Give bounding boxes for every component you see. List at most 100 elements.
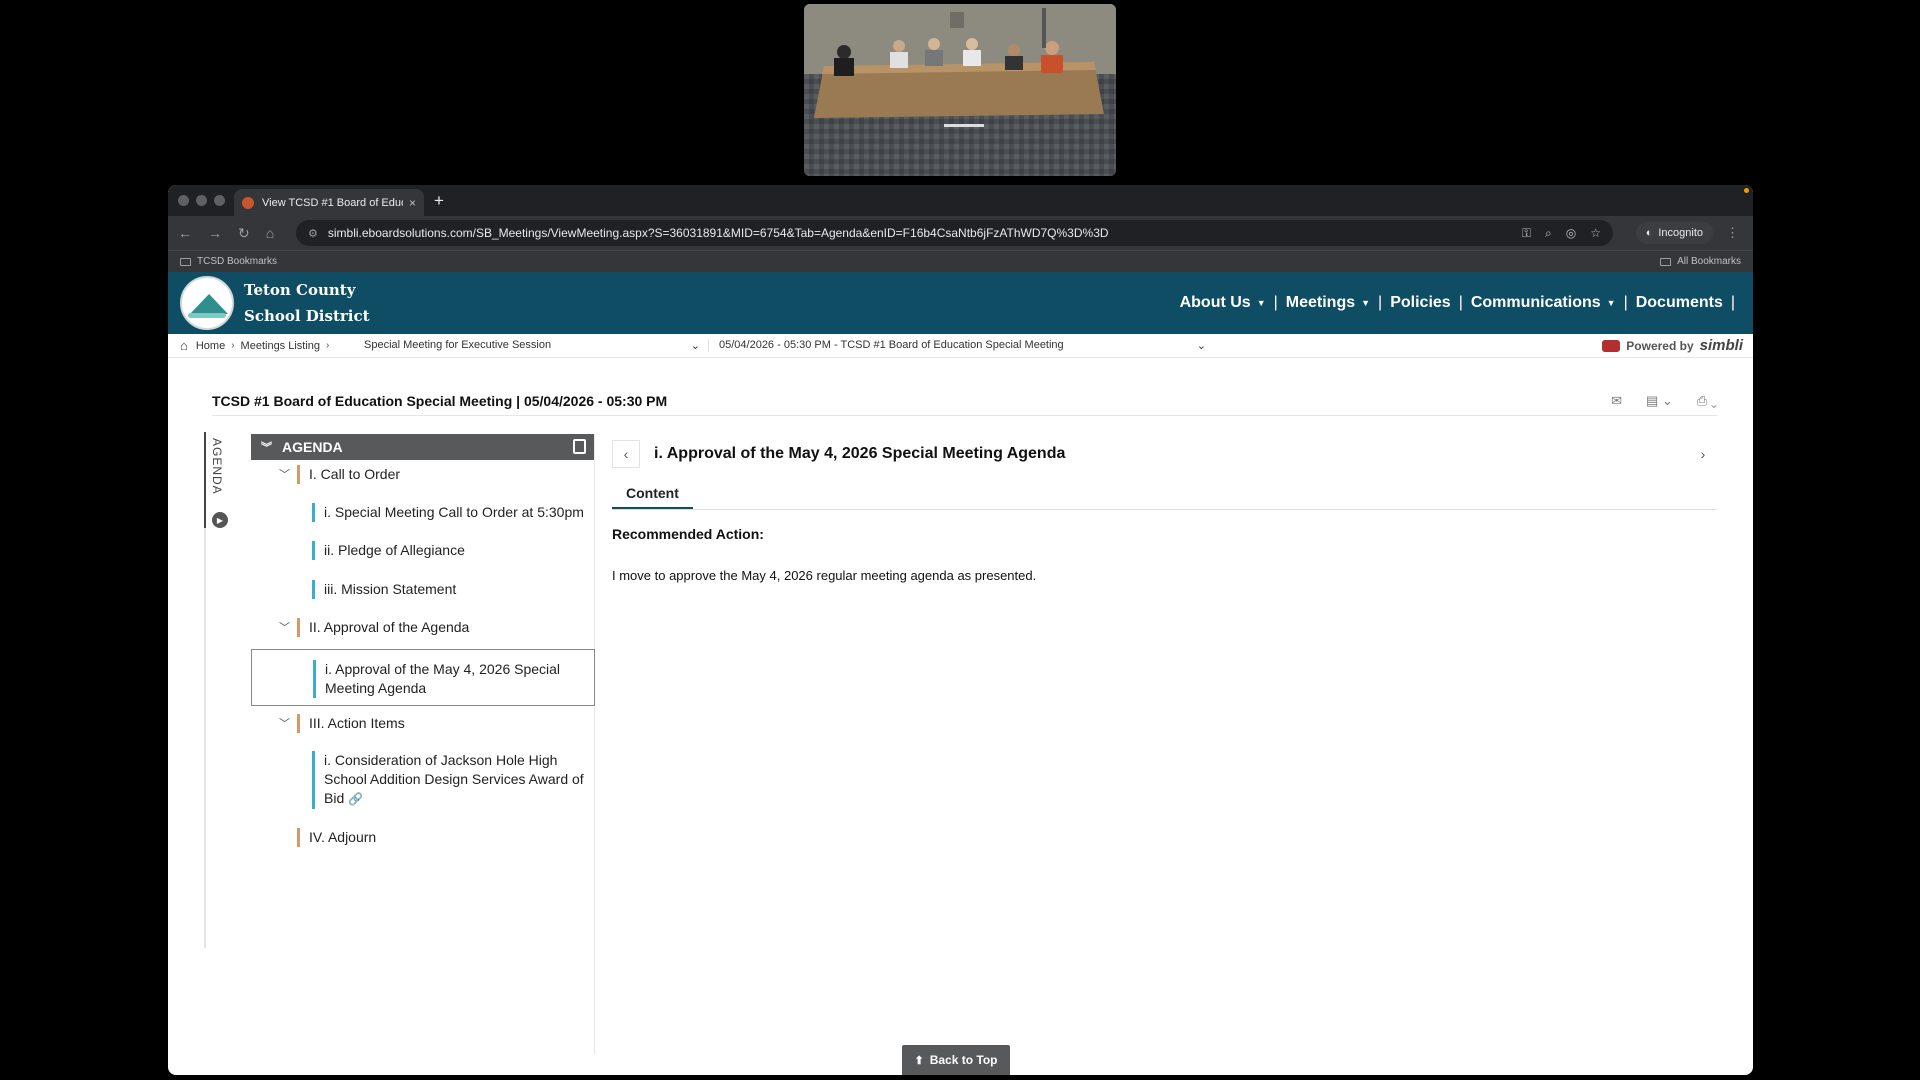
screen: View TCSD #1 Board of Educ × + ← → ↻ ⌂ ⚙… xyxy=(0,0,1920,1080)
nav-meetings[interactable]: Meetings ▼ xyxy=(1286,294,1370,312)
agenda-section-label: I. Call to Order xyxy=(297,465,400,484)
agenda-header-label: AGENDA xyxy=(282,439,343,455)
nav-policies-label: Policies xyxy=(1390,294,1451,311)
eye-off-icon[interactable]: ◎ xyxy=(1566,226,1576,241)
nav-policies[interactable]: Policies xyxy=(1390,294,1450,312)
bookmark-star-icon[interactable]: ☆ xyxy=(1590,226,1601,241)
forward-arrow-icon[interactable]: → xyxy=(208,225,222,242)
district-name[interactable]: Teton County School District xyxy=(244,277,370,329)
incognito-label: Incognito xyxy=(1658,227,1703,239)
tab-strip: View TCSD #1 Board of Educ × + xyxy=(168,185,1753,216)
incognito-badge[interactable]: ◐ Incognito xyxy=(1635,222,1713,244)
folder-icon xyxy=(1660,257,1672,266)
wsba-logo-icon xyxy=(1602,339,1621,352)
chevron-right-icon: › xyxy=(231,340,235,351)
collapse-chevrons-icon[interactable]: ︾ xyxy=(261,439,272,455)
recommended-action-label: Recommended Action: xyxy=(612,526,764,542)
reload-icon[interactable]: ↻ xyxy=(238,225,250,242)
nav-documents[interactable]: Documents xyxy=(1636,294,1723,312)
agenda-item-pledge[interactable]: ii. Pledge of Allegiance xyxy=(251,540,595,562)
breadcrumb: ⌂ Home › Meetings Listing › Special Meet… xyxy=(168,334,1753,358)
simbli-logo: simbli xyxy=(1699,337,1743,354)
play-circle-icon[interactable]: ▶ xyxy=(212,512,228,528)
key-icon[interactable]: ⚿ xyxy=(1522,226,1531,241)
item-header: ‹ i. Approval of the May 4, 2026 Special… xyxy=(612,434,1717,474)
recommended-action-text: I move to approve the May 4, 2026 regula… xyxy=(612,568,1037,583)
meeting-select-value: 05/04/2026 - 05:30 PM - TCSD #1 Board of… xyxy=(719,339,1064,351)
agenda-section-call-to-order[interactable]: ﹀ I. Call to Order xyxy=(251,464,595,486)
meeting-title-row: TCSD #1 Board of Education Special Meeti… xyxy=(212,386,1717,416)
nav-communications[interactable]: Communications ▼ xyxy=(1471,294,1616,312)
export-menu-icon[interactable]: ▤ ⌄ xyxy=(1646,393,1673,409)
breadcrumb-meetings-listing[interactable]: Meetings Listing xyxy=(241,340,321,352)
item-content: ‹ i. Approval of the May 4, 2026 Special… xyxy=(612,434,1717,583)
back-to-top-label: Back to Top xyxy=(929,1053,998,1067)
chevron-down-icon: ⌄ xyxy=(690,340,700,352)
email-icon[interactable]: ✉ xyxy=(1611,393,1622,409)
agenda-section-approval[interactable]: ﹀ II. Approval of the Agenda xyxy=(251,617,595,639)
meeting-select[interactable]: 05/04/2026 - 05:30 PM - TCSD #1 Board of… xyxy=(708,339,1206,352)
browser-toolbar: ← → ↻ ⌂ ⚙ simbli.eboardsolutions.com/SB_… xyxy=(168,216,1753,250)
agenda-header[interactable]: ︾ AGENDA xyxy=(251,434,594,460)
back-arrow-icon[interactable]: ← xyxy=(178,225,192,242)
chevron-down-icon[interactable]: ﹀ xyxy=(279,715,290,731)
browser-tab-active[interactable]: View TCSD #1 Board of Educ × xyxy=(234,189,424,216)
print-menu-icon[interactable]: ⎙ ⌄ xyxy=(1697,393,1717,409)
address-bar[interactable]: ⚙ simbli.eboardsolutions.com/SB_Meetings… xyxy=(296,220,1613,246)
nav-divider: | xyxy=(1730,294,1735,311)
chevron-down-icon[interactable]: ﹀ xyxy=(279,466,290,482)
home-icon[interactable]: ⌂ xyxy=(180,338,188,353)
caret-down-icon: ▼ xyxy=(1361,298,1371,308)
tab-content[interactable]: Content xyxy=(612,485,693,509)
zoom-icon[interactable]: ⌕ xyxy=(1545,226,1552,241)
page-title: TCSD #1 Board of Education Special Meeti… xyxy=(212,392,668,409)
powered-by-label: Powered by xyxy=(1626,338,1694,353)
agenda-item-mission[interactable]: iii. Mission Statement xyxy=(251,579,595,601)
folder-icon xyxy=(180,257,191,266)
back-to-top-button[interactable]: ⬆ Back to Top xyxy=(902,1045,1010,1075)
agenda-section-label: IV. Adjourn xyxy=(297,828,376,847)
agenda-section-adjourn[interactable]: IV. Adjourn xyxy=(251,827,595,849)
meeting-type-select[interactable]: Special Meeting for Executive Session ⌄ xyxy=(364,339,700,352)
agenda-item-jhhs-bid[interactable]: i. Consideration of Jackson Hole High Sc… xyxy=(251,750,595,812)
maximize-window-button[interactable] xyxy=(214,195,225,206)
nav-about-us[interactable]: About Us ▼ xyxy=(1180,294,1266,312)
agenda-item-label: i. Special Meeting Call to Order at 5:30… xyxy=(312,503,584,522)
nav-documents-label: Documents xyxy=(1635,294,1723,311)
url-text[interactable]: simbli.eboardsolutions.com/SB_Meetings/V… xyxy=(328,226,1522,240)
breadcrumb-home[interactable]: Home xyxy=(196,340,225,352)
agenda-item-call-to-order-530[interactable]: i. Special Meeting Call to Order at 5:30… xyxy=(251,502,595,524)
powered-by[interactable]: Powered by simbli xyxy=(1602,337,1743,354)
attachment-link-icon[interactable]: 🔗 xyxy=(348,792,363,806)
browser-menu-icon[interactable]: ⋮ xyxy=(1726,225,1739,241)
chevron-right-icon: › xyxy=(326,340,330,351)
all-bookmarks-label: All Bookmarks xyxy=(1677,256,1741,267)
new-tab-button[interactable]: + xyxy=(434,191,444,211)
video-feed xyxy=(804,4,1116,176)
agenda-item-approval-selected[interactable]: i. Approval of the May 4, 2026 Special M… xyxy=(251,649,595,706)
agenda-section-label: III. Action Items xyxy=(297,714,405,733)
district-logo[interactable] xyxy=(180,276,234,330)
bookmark-folder-tcsd[interactable]: TCSD Bookmarks xyxy=(180,256,277,267)
tab-close-icon[interactable]: × xyxy=(409,196,416,210)
side-divider xyxy=(204,528,206,948)
district-name-line1: Teton County xyxy=(244,281,356,299)
all-bookmarks[interactable]: All Bookmarks xyxy=(1660,256,1741,267)
site-info-icon[interactable]: ⚙ xyxy=(308,227,318,240)
agenda-panel: ︾ AGENDA ﹀ I. Call to Order i. Special M… xyxy=(251,434,595,1054)
home-icon[interactable]: ⌂ xyxy=(266,225,274,242)
agenda-section-action-items[interactable]: ﹀ III. Action Items xyxy=(251,713,595,735)
nav-divider: | xyxy=(1273,294,1278,311)
minimize-window-button[interactable] xyxy=(196,195,207,206)
chevron-down-icon[interactable]: ﹀ xyxy=(279,619,290,635)
agenda-item-label: iii. Mission Statement xyxy=(312,580,456,599)
nav-meetings-label: Meetings xyxy=(1285,294,1356,311)
next-item-button[interactable]: › xyxy=(1689,440,1717,468)
previous-item-button[interactable]: ‹ xyxy=(612,440,640,468)
incognito-icon: ◐ xyxy=(1645,227,1653,239)
pin-panel-icon[interactable] xyxy=(573,439,586,454)
close-window-button[interactable] xyxy=(178,195,189,206)
main-nav: About Us ▼ | Meetings ▼ | Policies | Com… xyxy=(1180,272,1743,334)
agenda-side-tab[interactable]: AGENDA ▶ xyxy=(204,432,230,528)
chevron-down-icon: ⌄ xyxy=(1196,340,1206,352)
